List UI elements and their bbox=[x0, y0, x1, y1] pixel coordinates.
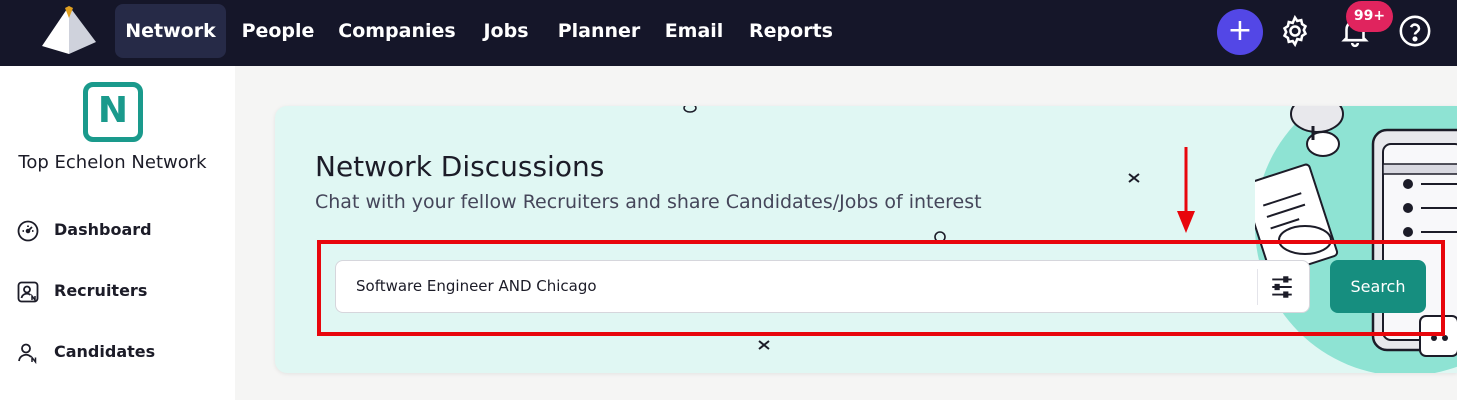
dashboard-icon bbox=[17, 220, 39, 242]
decorative-x-icon bbox=[758, 340, 770, 350]
notification-badge[interactable]: 99+ bbox=[1346, 1, 1393, 32]
sidebar: N Top Echelon Network Dashboard Recruite… bbox=[0, 66, 235, 400]
help-icon[interactable] bbox=[1398, 14, 1432, 48]
nav-email[interactable]: Email bbox=[658, 4, 730, 58]
decorative-dot-icon bbox=[683, 106, 697, 113]
annotation-highlight-box bbox=[317, 240, 1445, 336]
decorative-x-icon bbox=[1128, 173, 1140, 183]
top-navigation-bar: Network People Companies Jobs Planner Em… bbox=[0, 0, 1457, 66]
sidebar-item-recruiters[interactable]: Recruiters bbox=[16, 277, 226, 307]
sidebar-item-label: Dashboard bbox=[54, 220, 152, 239]
nav-jobs[interactable]: Jobs bbox=[474, 4, 538, 58]
recruiters-icon bbox=[17, 281, 39, 303]
network-logo[interactable]: N bbox=[83, 82, 143, 142]
network-name: Top Echelon Network bbox=[18, 152, 207, 173]
candidates-icon bbox=[18, 343, 37, 365]
annotation-arrow-icon bbox=[1177, 147, 1195, 233]
sidebar-item-label: Recruiters bbox=[54, 281, 148, 300]
nav-network[interactable]: Network bbox=[115, 4, 226, 58]
pyramid-logo-icon[interactable] bbox=[38, 4, 100, 54]
sidebar-item-label: Candidates bbox=[54, 342, 156, 361]
gear-icon[interactable] bbox=[1278, 14, 1312, 48]
add-button[interactable]: + bbox=[1217, 9, 1263, 55]
sidebar-item-dashboard[interactable]: Dashboard bbox=[16, 216, 226, 246]
nav-reports[interactable]: Reports bbox=[744, 4, 838, 58]
sidebar-item-candidates[interactable]: Candidates bbox=[16, 338, 226, 368]
nav-companies[interactable]: Companies bbox=[334, 4, 460, 58]
page-subtitle: Chat with your fellow Recruiters and sha… bbox=[315, 191, 982, 213]
nav-people[interactable]: People bbox=[236, 4, 320, 58]
page-title: Network Discussions bbox=[315, 150, 605, 183]
nav-planner[interactable]: Planner bbox=[554, 4, 644, 58]
